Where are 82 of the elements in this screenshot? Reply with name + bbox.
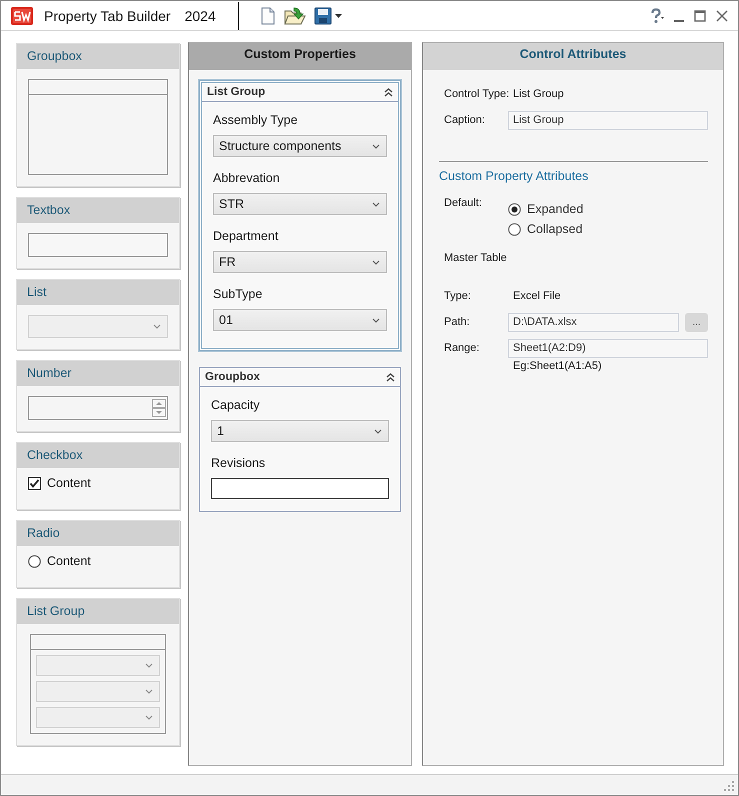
property-group[interactable]: List Group Assembly Type Structure components Abbrevation STR Department FR SubType 01 bbox=[199, 80, 401, 351]
card-title: List Group bbox=[17, 599, 179, 624]
field-label: Abbrevation bbox=[213, 170, 281, 187]
card-title: Textbox bbox=[17, 198, 179, 223]
field-label: Department bbox=[213, 228, 280, 245]
new-file-button[interactable] bbox=[258, 6, 277, 26]
radio-label: Collapsed bbox=[527, 222, 583, 236]
chevron-icon bbox=[372, 260, 380, 264]
panel-title: Custom Properties bbox=[189, 43, 411, 70]
field-value: List Group bbox=[513, 88, 564, 100]
version-label: 2024 bbox=[184, 8, 216, 24]
control-card[interactable]: List bbox=[16, 279, 180, 350]
minimize-icon bbox=[674, 20, 684, 22]
control-card[interactable]: List Group bbox=[16, 598, 180, 746]
radio-label: Expanded bbox=[527, 202, 584, 216]
field-label: Revisions bbox=[211, 455, 266, 472]
caret-icon bbox=[334, 14, 342, 18]
field-label: Capacity bbox=[211, 397, 261, 414]
chevron-icon bbox=[372, 144, 380, 148]
chevron-icon bbox=[145, 689, 153, 694]
control-card[interactable]: Groupbox bbox=[16, 43, 180, 187]
chevron-icon bbox=[145, 715, 153, 720]
checkbox-label: Content bbox=[47, 476, 91, 490]
open-file-button[interactable] bbox=[282, 6, 307, 26]
panel-title: Control Attributes bbox=[423, 43, 723, 70]
card-title: Radio bbox=[17, 521, 179, 546]
dropdown[interactable]: FR bbox=[213, 251, 387, 273]
control-card[interactable]: Number bbox=[16, 360, 180, 432]
chevron-icon bbox=[372, 202, 380, 206]
chevron-icon bbox=[145, 663, 153, 668]
radio-button[interactable] bbox=[28, 554, 41, 568]
text-field[interactable] bbox=[211, 478, 389, 499]
field-label: Assembly Type bbox=[213, 112, 299, 129]
collapse-icon[interactable] bbox=[386, 372, 395, 382]
control-card[interactable]: Radio Content bbox=[16, 520, 180, 588]
control-card[interactable]: Textbox bbox=[16, 197, 180, 269]
save-button[interactable] bbox=[312, 6, 343, 26]
maximize-button[interactable] bbox=[692, 8, 708, 24]
dropdown[interactable]: 01 bbox=[213, 309, 387, 331]
close-button[interactable] bbox=[714, 8, 730, 24]
control-card[interactable]: Checkbox Content bbox=[16, 442, 180, 510]
property-group[interactable]: Groupbox Capacity 1 Revisions bbox=[199, 367, 401, 512]
collapse-icon[interactable] bbox=[384, 88, 393, 96]
field-label: Range: bbox=[444, 342, 480, 354]
section-title: Custom Property Attributes bbox=[439, 169, 590, 183]
document-icon bbox=[260, 6, 276, 24]
subsection-title: Master Table bbox=[444, 252, 508, 264]
checkbox[interactable] bbox=[28, 476, 41, 490]
logo-icon bbox=[11, 6, 33, 26]
maximize-icon bbox=[694, 10, 706, 22]
hint-text: Eg:Sheet1(A1:A5) bbox=[513, 360, 603, 372]
dropdown[interactable]: 1 bbox=[211, 420, 389, 442]
close-icon bbox=[716, 10, 728, 22]
dropdown[interactable]: Structure components bbox=[213, 135, 387, 157]
group-title: Groupbox bbox=[205, 371, 260, 383]
field-label: Path: bbox=[444, 316, 471, 328]
field-label: Control Type: bbox=[444, 88, 508, 100]
radio-label: Content bbox=[47, 554, 91, 568]
card-title: Checkbox bbox=[17, 443, 179, 468]
caption-field[interactable]: List Group bbox=[508, 110, 708, 130]
resize-grip-icon bbox=[724, 781, 734, 791]
chevron-icon bbox=[374, 428, 382, 434]
path-field[interactable]: D:\DATA.xlsx bbox=[508, 312, 679, 332]
chevron-icon bbox=[153, 324, 161, 329]
range-field[interactable]: Sheet1(A2:D9) bbox=[508, 338, 708, 358]
chevron-icon bbox=[372, 318, 380, 322]
radio-button[interactable] bbox=[508, 222, 521, 236]
field-label: Default: bbox=[444, 197, 483, 209]
card-title: Number bbox=[17, 361, 179, 386]
field-value: Excel File bbox=[513, 290, 561, 302]
field-label: Type: bbox=[444, 290, 472, 302]
window-title: Property Tab Builder bbox=[44, 8, 171, 24]
folder-arrow-icon bbox=[284, 6, 306, 24]
field-label: SubType bbox=[213, 286, 264, 303]
field-label: Caption: bbox=[444, 114, 486, 126]
group-title: List Group bbox=[207, 86, 266, 98]
browse-button[interactable]: ... bbox=[685, 312, 708, 332]
card-title: Groupbox bbox=[17, 44, 179, 69]
radio-button[interactable] bbox=[508, 202, 521, 216]
dropdown[interactable]: STR bbox=[213, 193, 387, 215]
card-title: List bbox=[17, 280, 179, 305]
spinner-icon bbox=[152, 399, 166, 417]
